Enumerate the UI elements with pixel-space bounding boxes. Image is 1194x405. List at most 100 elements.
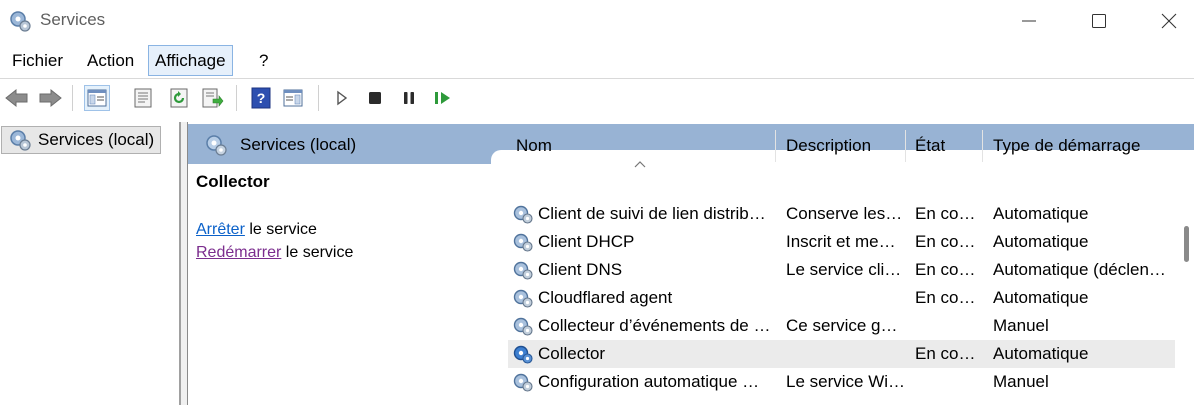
selected-service-name: Collector [196, 172, 270, 191]
table-row[interactable]: Client de suivi de lien distrib… Conserv… [508, 200, 1175, 228]
forward-button[interactable] [37, 85, 63, 111]
pane-header-title: Services (local) [240, 135, 357, 154]
service-state: En co… [915, 344, 976, 363]
services-gear-icon [10, 130, 31, 151]
refresh-icon [170, 88, 188, 108]
stop-service-button[interactable] [362, 85, 388, 111]
service-description: Le service Wi… [786, 372, 906, 391]
menu-action[interactable]: Action [81, 45, 140, 76]
restart-service-icon [435, 92, 450, 104]
table-row[interactable]: Cloudflared agent En co… Automatique [508, 284, 1175, 312]
service-startup-type: Automatique [993, 344, 1089, 363]
service-state: En co… [915, 204, 976, 223]
forward-arrow-icon [39, 88, 62, 108]
back-arrow-icon [5, 88, 28, 108]
service-startup-type: Automatique (déclen… [993, 260, 1166, 279]
service-gear-icon [513, 205, 533, 224]
table-row[interactable]: Configuration automatique … Le service W… [508, 368, 1175, 396]
column-header-startup-type[interactable]: Type de démarrage [987, 130, 1177, 162]
svg-text:?: ? [257, 90, 266, 106]
service-description: Conserve les… [786, 204, 903, 223]
title-bar: Services [0, 0, 1194, 42]
service-startup-type: Automatique [993, 232, 1089, 251]
toolbar-separator [318, 85, 319, 111]
service-gear-icon [513, 261, 533, 280]
toolbar: ? [0, 78, 1194, 116]
start-service-button[interactable] [329, 85, 355, 111]
service-startup-type: Manuel [993, 372, 1049, 391]
service-name: Client DHCP [538, 232, 635, 251]
close-icon [1161, 13, 1177, 29]
table-row[interactable]: Client DNS Le service cli… En co… Automa… [508, 256, 1175, 284]
menu-bar: Fichier Action Affichage ? [0, 43, 1194, 77]
table-row-selected[interactable]: Collector En co… Automatique [508, 340, 1175, 368]
column-header-description[interactable]: Description [780, 130, 906, 162]
service-name: Collector [538, 344, 606, 363]
action-pane-button[interactable] [280, 85, 306, 111]
refresh-button[interactable] [166, 85, 192, 111]
console-tree: Services (local) [0, 122, 181, 405]
help-icon: ? [251, 87, 271, 109]
export-list-icon [202, 88, 224, 108]
service-gear-icon [513, 289, 533, 308]
show-hide-tree-button[interactable] [84, 85, 110, 111]
service-state: En co… [915, 260, 976, 279]
show-hide-tree-icon [87, 89, 107, 107]
toolbar-separator [72, 85, 73, 111]
service-state: En co… [915, 288, 976, 307]
export-list-button[interactable] [200, 85, 226, 111]
close-button[interactable] [1134, 0, 1194, 42]
services-gear-icon [206, 135, 227, 156]
service-description [786, 284, 912, 312]
stop-service-icon [369, 92, 381, 104]
help-button[interactable]: ? [248, 85, 274, 111]
service-name: Collecteur d’événements de … [538, 316, 771, 335]
service-name: Configuration automatique … [538, 372, 760, 391]
service-name: Client de suivi de lien distrib… [538, 204, 766, 223]
table-row[interactable]: Collecteur d’événements de … Ce service … [508, 312, 1175, 340]
service-gear-icon [513, 317, 533, 336]
tree-item-services-local[interactable]: Services (local) [1, 126, 162, 154]
maximize-button[interactable] [1064, 0, 1134, 42]
maximize-icon [1092, 14, 1106, 28]
service-gear-icon [513, 233, 533, 252]
restart-service-link[interactable]: Redémarrer [196, 244, 281, 261]
sort-ascending-icon [634, 161, 646, 168]
service-state [915, 368, 989, 396]
services-pane: Services (local) Collector Arrêter le se… [187, 122, 1194, 405]
services-gear-icon [10, 11, 31, 32]
toolbar-separator [236, 85, 237, 111]
column-header-state[interactable]: État [909, 130, 983, 162]
stop-service-suffix: le service [244, 221, 317, 238]
scrollbar-thumb[interactable] [1184, 226, 1189, 262]
start-service-icon [337, 90, 348, 106]
column-header-name[interactable]: Nom [510, 130, 776, 162]
service-details: Collector Arrêter le service Redémarrer … [196, 172, 486, 261]
service-description: Inscrit et me… [786, 232, 896, 251]
back-button[interactable] [4, 85, 30, 111]
service-state: En co… [915, 232, 976, 251]
restart-service-suffix: le service [281, 244, 354, 261]
service-startup-type: Automatique [993, 204, 1089, 223]
pause-service-button[interactable] [396, 85, 422, 111]
service-startup-type: Automatique [993, 288, 1089, 307]
properties-icon [134, 88, 152, 108]
menu-affichage[interactable]: Affichage [148, 45, 233, 76]
menu-fichier[interactable]: Fichier [6, 45, 69, 76]
properties-button[interactable] [130, 85, 156, 111]
service-startup-type: Manuel [993, 316, 1049, 335]
menu-help[interactable]: ? [253, 45, 274, 76]
table-row[interactable]: Client DHCP Inscrit et me… En co… Automa… [508, 228, 1175, 256]
minimize-button[interactable] [994, 0, 1064, 42]
window-title: Services [40, 10, 106, 29]
service-description [786, 340, 912, 368]
tree-item-label: Services (local) [38, 130, 155, 149]
service-gear-icon [513, 373, 533, 392]
stop-service-link[interactable]: Arrêter [196, 221, 245, 238]
service-gear-icon-blue [513, 345, 533, 364]
restart-service-button[interactable] [430, 85, 456, 111]
stop-service-line: Arrêter le service [196, 221, 317, 239]
pause-service-icon [404, 92, 414, 104]
action-pane-icon [283, 89, 303, 107]
vertical-scrollbar[interactable] [1175, 162, 1194, 405]
